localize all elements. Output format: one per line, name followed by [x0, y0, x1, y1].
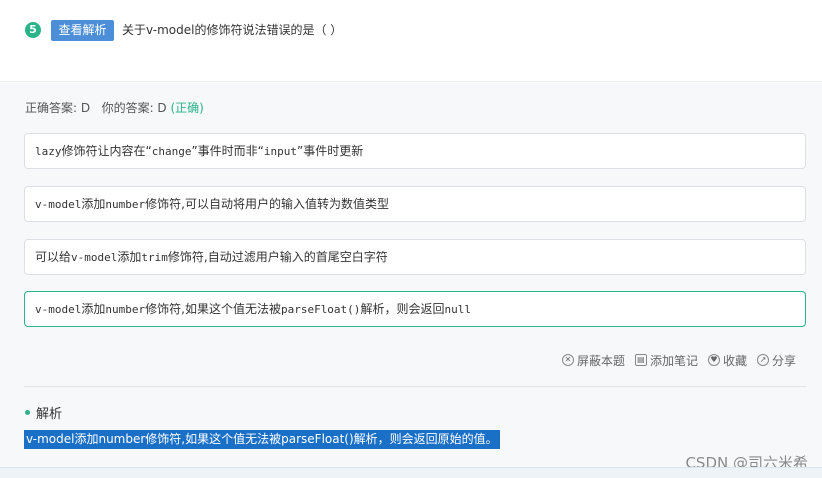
share-icon: ↗	[756, 354, 769, 366]
option-a[interactable]: lazy修饰符让内容在“change”事件时而非“input”事件时更新	[24, 133, 806, 169]
share-label: 分享	[771, 353, 796, 368]
option-a-text: ”事件时而非“	[191, 144, 264, 158]
option-d-text: 解析，则会返回	[360, 302, 445, 316]
option-c[interactable]: 可以给v-model添加trim修饰符,自动过滤用户输入的首尾空白字符	[24, 239, 806, 275]
bullet-icon	[25, 410, 30, 415]
notebook-icon: ▤	[634, 354, 647, 366]
block-question-label: 屏蔽本题	[576, 353, 625, 368]
favorite-button[interactable]: ♥ 收藏	[707, 352, 747, 369]
answer-summary: 正确答案: D 你的答案: D (正确)	[25, 100, 204, 116]
option-a-code: lazy	[35, 145, 62, 158]
question-actions: ✕ 屏蔽本题 ▤ 添加笔记 ♥ 收藏 ↗ 分享	[561, 351, 796, 369]
question-number-badge: 5	[25, 22, 41, 38]
add-note-button[interactable]: ▤ 添加笔记	[634, 352, 698, 369]
option-a-text: 修饰符让内容在“	[61, 144, 152, 158]
share-button[interactable]: ↗ 分享	[756, 352, 796, 369]
option-a-code: change	[151, 145, 192, 158]
option-b[interactable]: v-model添加number修饰符,可以自动将用户的输入值转为数值类型	[24, 186, 806, 222]
option-b-code: v-model	[35, 198, 82, 211]
option-d-code: v-model	[35, 303, 82, 316]
option-a-code: input	[263, 145, 298, 158]
option-b-code: number	[105, 198, 146, 211]
your-answer-label: 你的答案: D	[101, 101, 167, 115]
correct-answer-label: 正确答案: D	[25, 101, 91, 115]
block-question-button[interactable]: ✕ 屏蔽本题	[561, 352, 625, 369]
option-d-code: number	[105, 303, 146, 316]
favorite-label: 收藏	[722, 353, 747, 368]
option-d-text: 添加	[81, 302, 106, 316]
answer-status: (正确)	[170, 101, 204, 115]
add-note-label: 添加笔记	[649, 353, 698, 368]
option-d-code: parseFloat()	[280, 303, 361, 316]
bottom-bar	[0, 467, 822, 478]
option-b-text: 修饰符,可以自动将用户的输入值转为数值类型	[145, 197, 389, 211]
option-d-code: null	[444, 303, 471, 316]
question-title: 关于v-model的修饰符说法错误的是（ ）	[122, 23, 343, 37]
view-explanation-button[interactable]: 查看解析	[51, 20, 114, 41]
option-c-text: 添加	[117, 250, 142, 264]
answer-area: 正确答案: D 你的答案: D (正确) lazy修饰符让内容在“change”…	[0, 83, 822, 478]
option-d-text: 修饰符,如果这个值无法被	[145, 302, 281, 316]
analysis-heading: 解析	[25, 403, 62, 422]
heart-icon: ♥	[707, 354, 720, 366]
option-c-code: v-model	[71, 251, 118, 264]
divider	[24, 386, 806, 387]
option-c-text: 可以给	[35, 250, 72, 264]
analysis-title: 解析	[36, 407, 63, 422]
option-d[interactable]: v-model添加number修饰符,如果这个值无法被parseFloat()解…	[24, 291, 806, 327]
analysis-text: v-model添加number修饰符,如果这个值无法被parseFloat()解…	[24, 430, 500, 449]
question-header: 5 查看解析 关于v-model的修饰符说法错误的是（ ）	[0, 0, 822, 82]
block-icon: ✕	[561, 354, 574, 366]
option-c-text: 修饰符,自动过滤用户输入的首尾空白字符	[167, 250, 388, 264]
option-c-code: trim	[141, 251, 168, 264]
option-b-text: 添加	[81, 197, 106, 211]
option-a-text: ”事件时更新	[297, 144, 364, 158]
